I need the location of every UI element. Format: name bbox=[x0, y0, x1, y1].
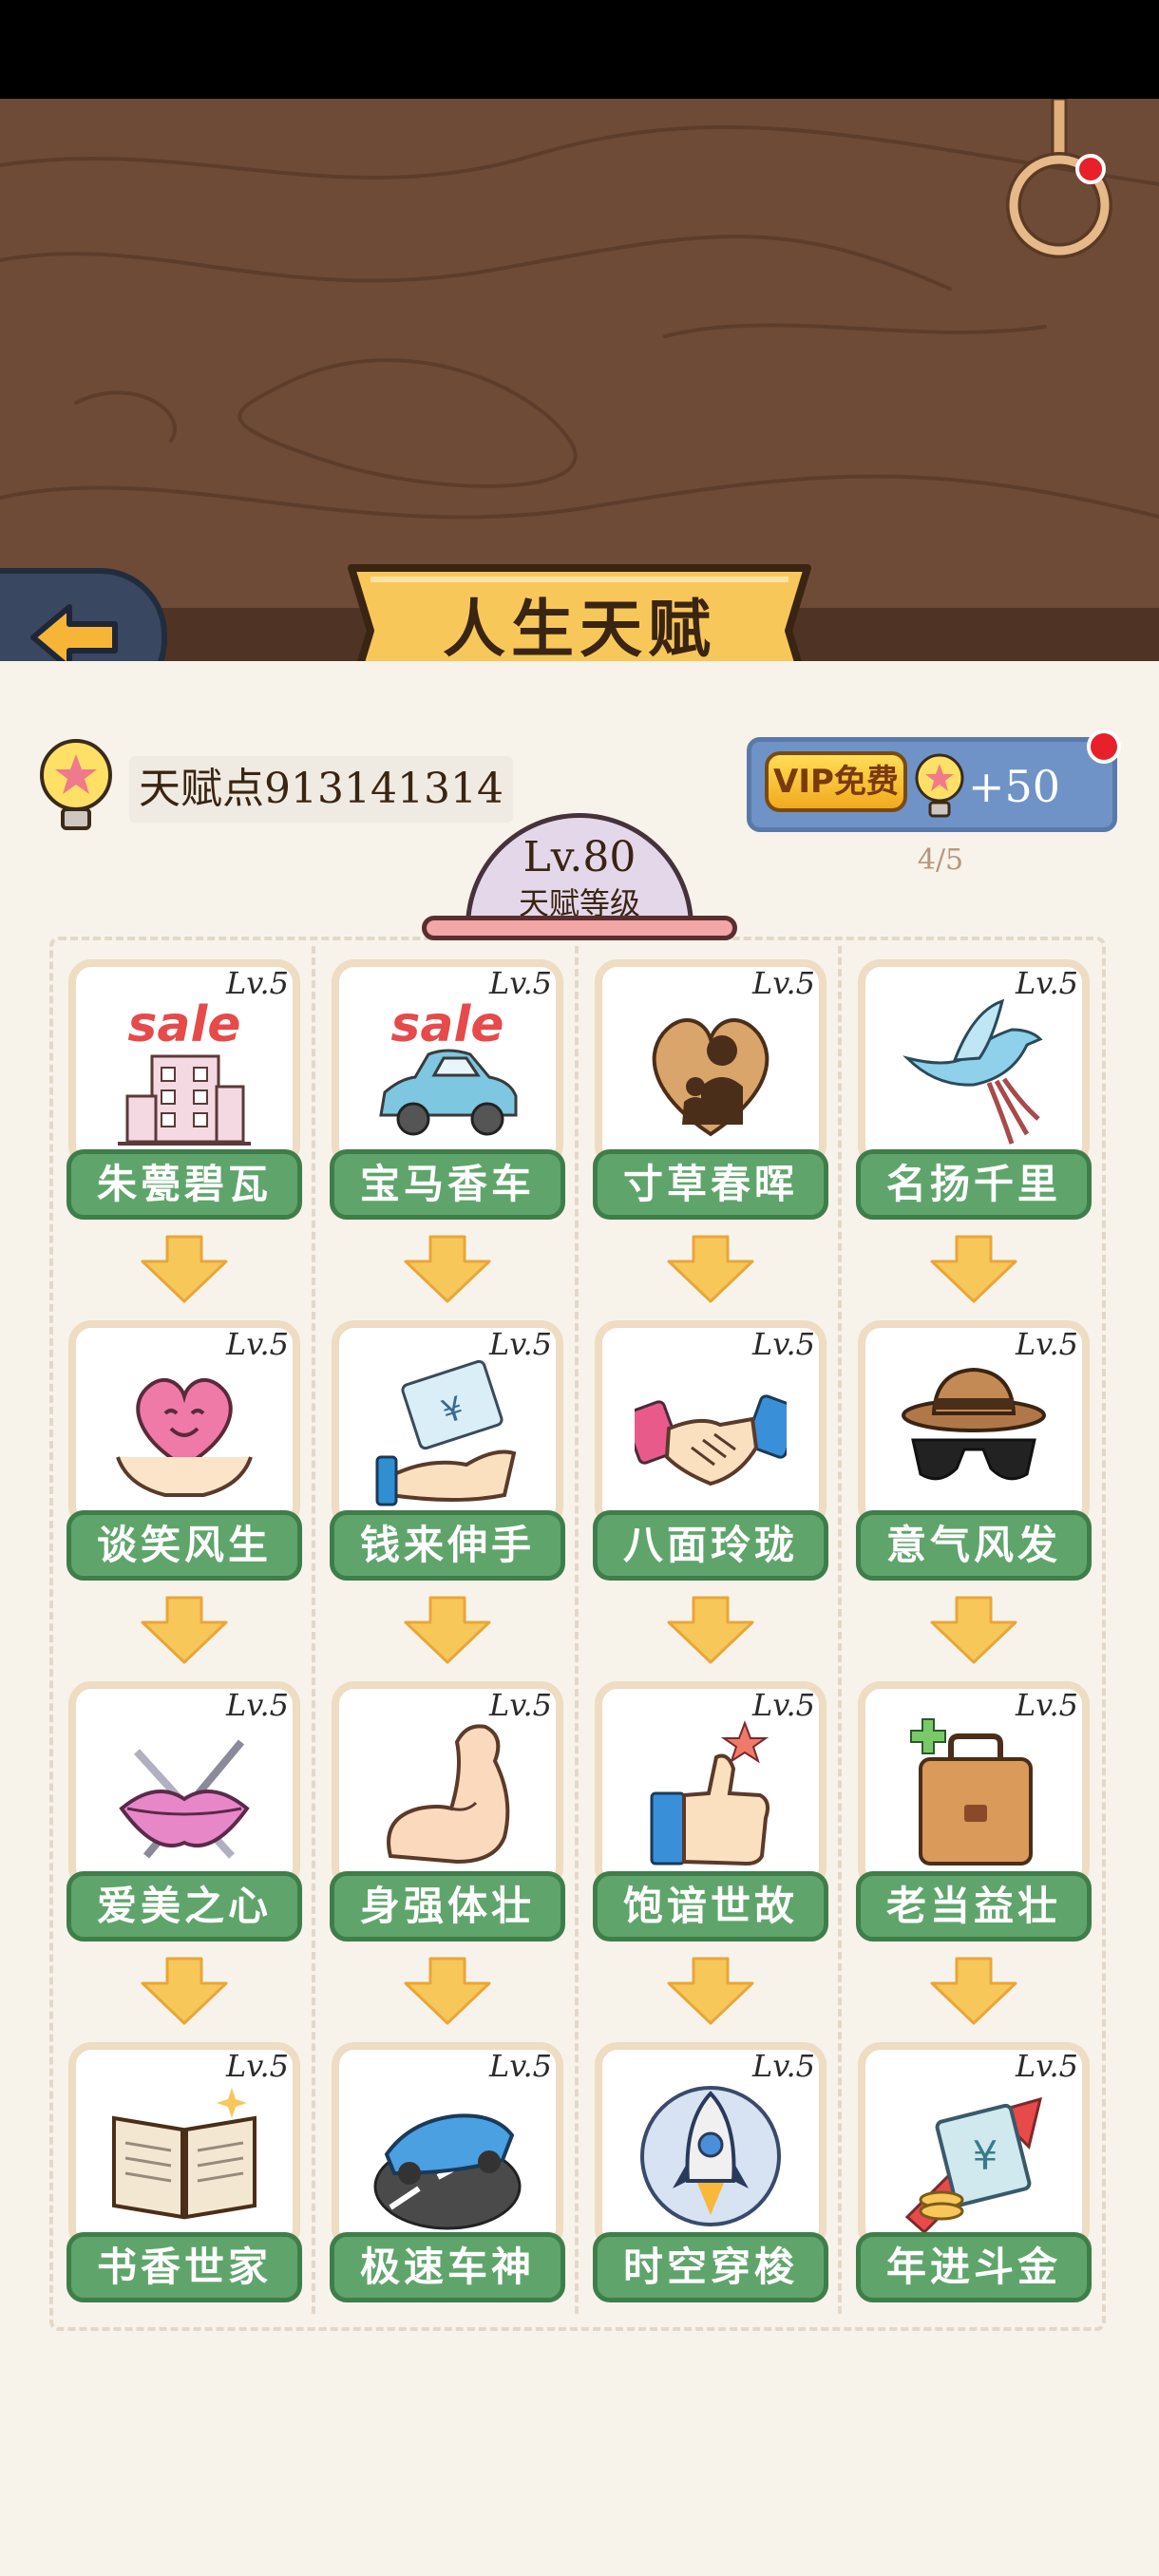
down-arrow-icon bbox=[404, 1957, 491, 2025]
column-divider bbox=[312, 946, 315, 2314]
talent-level-value: Lv.80 bbox=[522, 833, 636, 881]
talent-card-name: 时空穿梭 bbox=[593, 2232, 828, 2302]
talent-card-name: 宝马香车 bbox=[330, 1149, 565, 1220]
open-book-icon bbox=[112, 2088, 256, 2220]
talent-card-name: 谈笑风生 bbox=[66, 1510, 302, 1581]
talent-card-name: 饱谙世故 bbox=[593, 1871, 828, 1941]
status-bar bbox=[0, 0, 1159, 99]
sale-car-icon: sale bbox=[379, 996, 518, 1136]
down-arrow-icon bbox=[667, 1957, 754, 2025]
down-arrow-icon bbox=[667, 1235, 754, 1303]
money-hand-icon: ¥ bbox=[375, 1359, 517, 1506]
down-arrow-icon bbox=[404, 1596, 491, 1664]
sale-building-icon: sale bbox=[118, 996, 251, 1146]
talent-card-name: 名扬千里 bbox=[856, 1149, 1092, 1220]
ring-handle-icon[interactable] bbox=[998, 99, 1121, 270]
handshake-icon bbox=[635, 1394, 787, 1487]
smiling-heart-icon bbox=[116, 1377, 253, 1497]
talent-level-badge: Lv.80 天赋等级 bbox=[466, 813, 694, 931]
talent-card[interactable]: Lv.5 爱美之心 bbox=[66, 1681, 302, 1943]
hat-sunglasses-icon bbox=[902, 1367, 1046, 1481]
talent-card[interactable]: Lv.5 时空穿梭 bbox=[593, 2042, 828, 2304]
down-arrow-icon bbox=[404, 1235, 491, 1303]
talent-bulb-icon bbox=[40, 739, 112, 830]
vip-badge: VIP免费 bbox=[765, 751, 907, 812]
down-arrow-icon bbox=[930, 1235, 1017, 1303]
vip-amount: +50 bbox=[968, 761, 1061, 812]
rocket-icon bbox=[640, 2086, 781, 2226]
svg-text:¥: ¥ bbox=[973, 2132, 998, 2179]
talent-card[interactable]: Lv.5 谈笑风生 bbox=[66, 1320, 302, 1582]
column-divider bbox=[575, 946, 579, 2314]
thumbs-up-icon bbox=[650, 1720, 770, 1866]
muscle-arm-icon bbox=[387, 1724, 510, 1865]
notification-dot bbox=[1087, 729, 1121, 764]
vip-free-button[interactable]: VIP免费 +50 bbox=[747, 737, 1117, 832]
column-divider bbox=[838, 946, 842, 2314]
talent-card[interactable]: Lv.5 ¥ 年进斗金 bbox=[856, 2042, 1092, 2304]
flying-bird-icon bbox=[902, 998, 1043, 1145]
talent-card[interactable]: Lv.5 老当益壮 bbox=[856, 1681, 1092, 1943]
talent-points: 天赋点913141314 bbox=[129, 756, 513, 823]
talent-card[interactable]: Lv.5 书香世家 bbox=[66, 2042, 302, 2304]
talent-card[interactable]: Lv.5 极速车神 bbox=[330, 2042, 565, 2304]
talent-card-name: 寸草春晖 bbox=[593, 1149, 828, 1220]
briefcase-icon bbox=[910, 1718, 1033, 1866]
talent-card[interactable]: Lv.5 八面玲珑 bbox=[593, 1320, 828, 1582]
talent-card-name: 朱甍碧瓦 bbox=[66, 1149, 302, 1220]
talent-card[interactable]: Lv.5 sale 宝马香车 bbox=[330, 959, 565, 1222]
talent-card[interactable]: Lv.5 ¥ 钱来伸手 bbox=[330, 1320, 565, 1582]
vip-remaining-count: 4/5 bbox=[917, 843, 964, 877]
talent-card-name: 书香世家 bbox=[66, 2232, 302, 2302]
talent-level-bar bbox=[422, 916, 737, 940]
money-arrow-icon: ¥ bbox=[904, 2096, 1043, 2235]
svg-text:sale: sale bbox=[127, 996, 240, 1053]
svg-text:sale: sale bbox=[390, 996, 504, 1053]
heart-family-icon bbox=[652, 1018, 770, 1137]
down-arrow-icon bbox=[930, 1957, 1017, 2025]
talent-card[interactable]: Lv.5 身强体壮 bbox=[330, 1681, 565, 1943]
talent-bulb-icon bbox=[915, 753, 964, 818]
down-arrow-icon bbox=[141, 1957, 228, 2025]
talent-card-name: 老当益壮 bbox=[856, 1871, 1092, 1941]
talent-card-name: 钱来伸手 bbox=[330, 1510, 565, 1581]
talent-card[interactable]: Lv.5 意气风发 bbox=[856, 1320, 1092, 1582]
talent-card[interactable]: Lv.5 饱谙世故 bbox=[593, 1681, 828, 1943]
lips-swords-icon bbox=[119, 1739, 250, 1859]
talent-card-name: 意气风发 bbox=[856, 1510, 1092, 1581]
talent-card-name: 年进斗金 bbox=[856, 2232, 1092, 2302]
down-arrow-icon bbox=[141, 1235, 228, 1303]
race-car-icon bbox=[373, 2113, 522, 2230]
talent-card[interactable]: Lv.5 sale 朱甍碧瓦 bbox=[66, 959, 302, 1222]
talent-card[interactable]: Lv.5 寸草春晖 bbox=[593, 959, 828, 1222]
talent-card-name: 八面玲珑 bbox=[593, 1510, 828, 1581]
talent-card-name: 极速车神 bbox=[330, 2232, 565, 2302]
down-arrow-icon bbox=[667, 1596, 754, 1664]
down-arrow-icon bbox=[930, 1596, 1017, 1664]
talent-card-name: 身强体壮 bbox=[330, 1871, 565, 1941]
talent-card-name: 爱美之心 bbox=[66, 1871, 302, 1941]
down-arrow-icon bbox=[141, 1596, 228, 1664]
talent-card[interactable]: Lv.5 名扬千里 bbox=[856, 959, 1092, 1222]
